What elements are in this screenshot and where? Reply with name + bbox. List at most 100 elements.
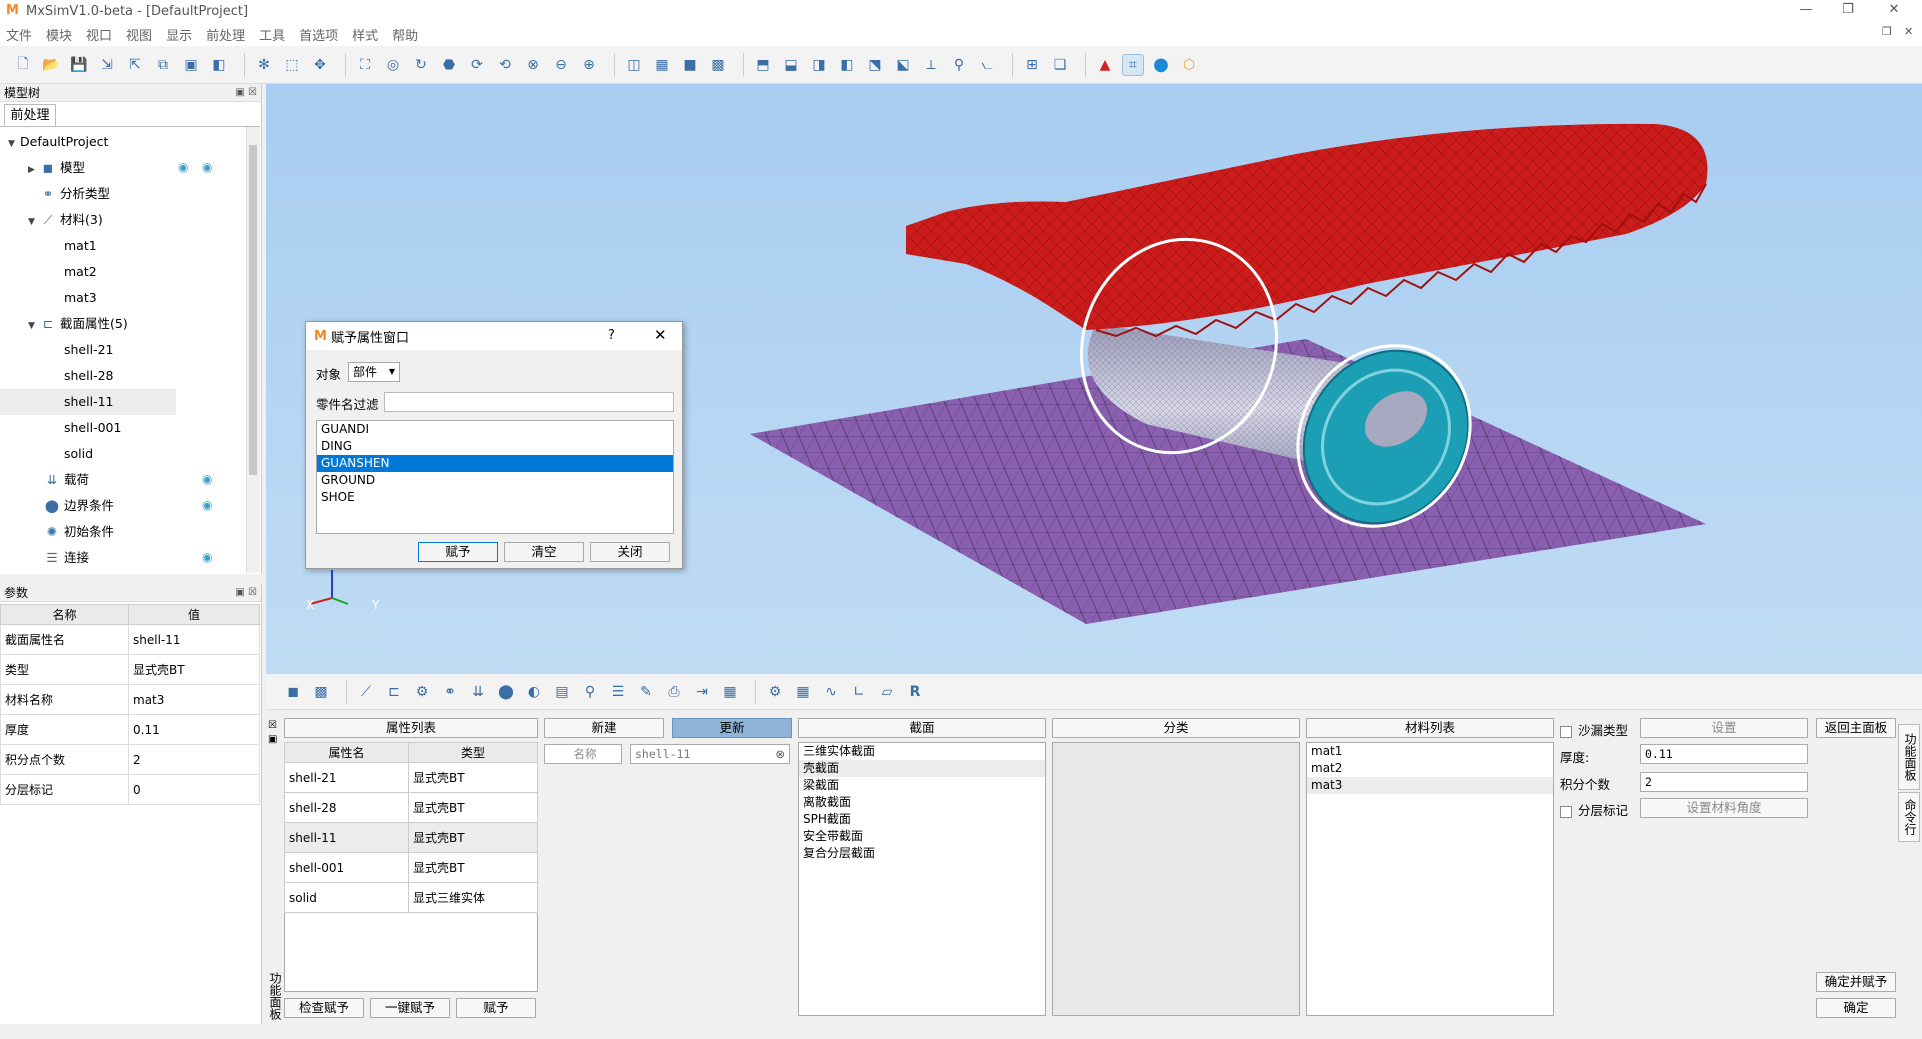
mesh-view-icon[interactable]: ▦ bbox=[651, 54, 673, 76]
table-row[interactable]: shell-001 显式壳BT bbox=[284, 852, 538, 883]
tree-item-shell-21[interactable]: shell-21 bbox=[64, 337, 114, 363]
part-filter-input[interactable] bbox=[384, 392, 674, 412]
dock-float-close-icon[interactable]: ▣ ☒ bbox=[235, 587, 257, 598]
expand-icon[interactable]: ▶ bbox=[28, 157, 40, 183]
zoom-out-icon[interactable]: ⊖ bbox=[550, 54, 572, 76]
new-file-icon[interactable]: 🗋 bbox=[12, 54, 34, 76]
probe-icon[interactable]: ⚲ bbox=[948, 54, 970, 76]
shape-icon[interactable]: ⬡ bbox=[1178, 54, 1200, 76]
tab-preprocess[interactable]: 前处理 bbox=[4, 104, 56, 126]
zoom-in-icon[interactable]: ⊕ bbox=[578, 54, 600, 76]
confirm-assign-button[interactable]: 确定并赋予 bbox=[1816, 972, 1896, 992]
maximize-button[interactable]: ❐ bbox=[1828, 2, 1868, 20]
list-item[interactable]: 三维实体截面 bbox=[799, 743, 1045, 760]
minimize-button[interactable]: — bbox=[1786, 2, 1826, 20]
tree-item-shell-001[interactable]: shell-001 bbox=[64, 415, 121, 441]
section-icon[interactable]: ⊏ bbox=[383, 681, 405, 703]
param-value[interactable]: 2 bbox=[128, 744, 260, 775]
list-item-selected[interactable]: mat3 bbox=[1307, 777, 1553, 794]
tree-item-analysis[interactable]: ⚭ 分析类型 bbox=[40, 181, 110, 207]
list-item[interactable]: GUANDI bbox=[317, 421, 673, 438]
rotate-icon[interactable]: ✻ bbox=[253, 54, 275, 76]
menu-viewport[interactable]: 视口 bbox=[86, 25, 112, 44]
table-row[interactable]: 分层标记 0 bbox=[0, 774, 260, 805]
curve-icon[interactable]: ∿ bbox=[820, 681, 842, 703]
close-doc-icon[interactable]: ✕ bbox=[1904, 25, 1913, 38]
mesh-part-icon[interactable]: ▩ bbox=[310, 681, 332, 703]
eye-icon[interactable]: ◉ bbox=[202, 498, 212, 512]
table-row[interactable]: solid 显式三维实体 bbox=[284, 882, 538, 913]
onekey-assign-button[interactable]: 一键赋予 bbox=[370, 998, 450, 1018]
load-icon[interactable]: ⇊ bbox=[467, 681, 489, 703]
eye-icon[interactable]: ◉ bbox=[202, 472, 212, 486]
measure-icon[interactable]: ⦦ bbox=[976, 54, 998, 76]
tree-scrollbar-thumb[interactable] bbox=[249, 145, 257, 475]
boundary-icon[interactable]: ⬤ bbox=[495, 681, 517, 703]
param-value[interactable]: 0.11 bbox=[128, 714, 260, 745]
setting-button[interactable]: 设置 bbox=[1640, 718, 1808, 738]
material-angle-button[interactable]: 设置材料角度 bbox=[1640, 798, 1808, 818]
tree-root[interactable]: ▼ DefaultProject bbox=[8, 129, 108, 155]
param-value[interactable]: 显式壳BT bbox=[128, 654, 260, 685]
view-back-icon[interactable]: ⬓ bbox=[780, 54, 802, 76]
search-node-icon[interactable]: ⚲ bbox=[579, 681, 601, 703]
restore-icon[interactable]: ❐ bbox=[1882, 25, 1892, 38]
view-left-icon[interactable]: ◨ bbox=[808, 54, 830, 76]
dialog-help-button[interactable]: ? bbox=[608, 328, 615, 343]
tree-item-connection[interactable]: ☰ 连接 bbox=[44, 545, 89, 571]
dialog-close-button[interactable]: ✕ bbox=[654, 326, 667, 344]
name-input[interactable]: shell-11 ⊗ bbox=[630, 744, 790, 764]
reset-view-icon[interactable]: ⊗ bbox=[522, 54, 544, 76]
table-row[interactable]: 截面属性名 shell-11 bbox=[0, 624, 260, 655]
list-item-selected[interactable]: GUANSHEN bbox=[317, 455, 673, 472]
table-row[interactable]: 厚度 0.11 bbox=[0, 714, 260, 745]
pan-icon[interactable]: ⬚ bbox=[281, 54, 303, 76]
new-button[interactable]: 新建 bbox=[544, 718, 664, 738]
panel-float-icon[interactable]: ▣ bbox=[268, 734, 277, 745]
view-right-icon[interactable]: ◧ bbox=[836, 54, 858, 76]
assign-button[interactable]: 赋予 bbox=[456, 998, 536, 1018]
thickness-input[interactable]: 0.11 bbox=[1640, 744, 1808, 764]
axis-icon[interactable]: ⟂ bbox=[920, 54, 942, 76]
list-item[interactable]: 离散截面 bbox=[799, 794, 1045, 811]
clear-icon[interactable]: ⊗ bbox=[775, 745, 785, 763]
table-row[interactable]: 类型 显式壳BT bbox=[0, 654, 260, 685]
tree-item-shell-28[interactable]: shell-28 bbox=[64, 363, 114, 389]
move-icon[interactable]: ✥ bbox=[309, 54, 331, 76]
menu-style[interactable]: 样式 bbox=[352, 25, 378, 44]
tree-item-model[interactable]: ▶ ◼ 模型 bbox=[28, 155, 85, 181]
wireframe-icon[interactable]: ◫ bbox=[623, 54, 645, 76]
tree-item-initial[interactable]: ✺ 初始条件 bbox=[44, 519, 114, 545]
eye-icon[interactable]: ◉ bbox=[178, 160, 188, 174]
eye-icon[interactable]: ◉ bbox=[202, 550, 212, 564]
export-icon[interactable]: ⇱ bbox=[124, 54, 146, 76]
screenshot-icon[interactable]: ▣ bbox=[180, 54, 202, 76]
layout-icon[interactable]: ⊞ bbox=[1021, 54, 1043, 76]
tree-item-boundary[interactable]: ⬤ 边界条件 bbox=[44, 493, 114, 519]
table-row[interactable]: 材料名称 mat3 bbox=[0, 684, 260, 715]
hourglass-checkbox[interactable]: 沙漏类型 bbox=[1560, 720, 1628, 739]
panel-close-icon[interactable]: ☒ bbox=[268, 720, 277, 731]
mesh-icon[interactable]: ⧉ bbox=[152, 54, 174, 76]
layer-mark-checkbox[interactable]: 分层标记 bbox=[1560, 800, 1628, 819]
list-item[interactable]: 复合分层截面 bbox=[799, 845, 1045, 862]
list-item-selected[interactable]: 壳截面 bbox=[799, 760, 1045, 777]
material-curve-icon[interactable]: ⟋ bbox=[355, 681, 377, 703]
collapse-icon[interactable]: ▼ bbox=[8, 131, 20, 157]
view-iso-icon[interactable]: ⬕ bbox=[892, 54, 914, 76]
tab-function-panel[interactable]: 功能面板 bbox=[1898, 724, 1920, 790]
category-list[interactable] bbox=[1052, 742, 1300, 1016]
tree-item-materials[interactable]: ▼ ⟋ 材料(3) bbox=[28, 207, 103, 233]
checkbox-icon[interactable] bbox=[1560, 805, 1572, 818]
import-icon[interactable]: ⇲ bbox=[96, 54, 118, 76]
output-icon[interactable]: ⎙ bbox=[663, 681, 685, 703]
close-button[interactable]: ✕ bbox=[1874, 2, 1914, 20]
view-top-icon[interactable]: ⬔ bbox=[864, 54, 886, 76]
list-item[interactable]: DING bbox=[317, 438, 673, 455]
set-icon[interactable]: ⚙ bbox=[411, 681, 433, 703]
rotate-view-icon[interactable]: ↻ bbox=[410, 54, 432, 76]
save-icon[interactable]: 💾 bbox=[68, 54, 90, 76]
menu-preferences[interactable]: 首选项 bbox=[299, 25, 338, 44]
list-item[interactable]: mat2 bbox=[1307, 760, 1553, 777]
ip-count-input[interactable]: 2 bbox=[1640, 772, 1808, 792]
